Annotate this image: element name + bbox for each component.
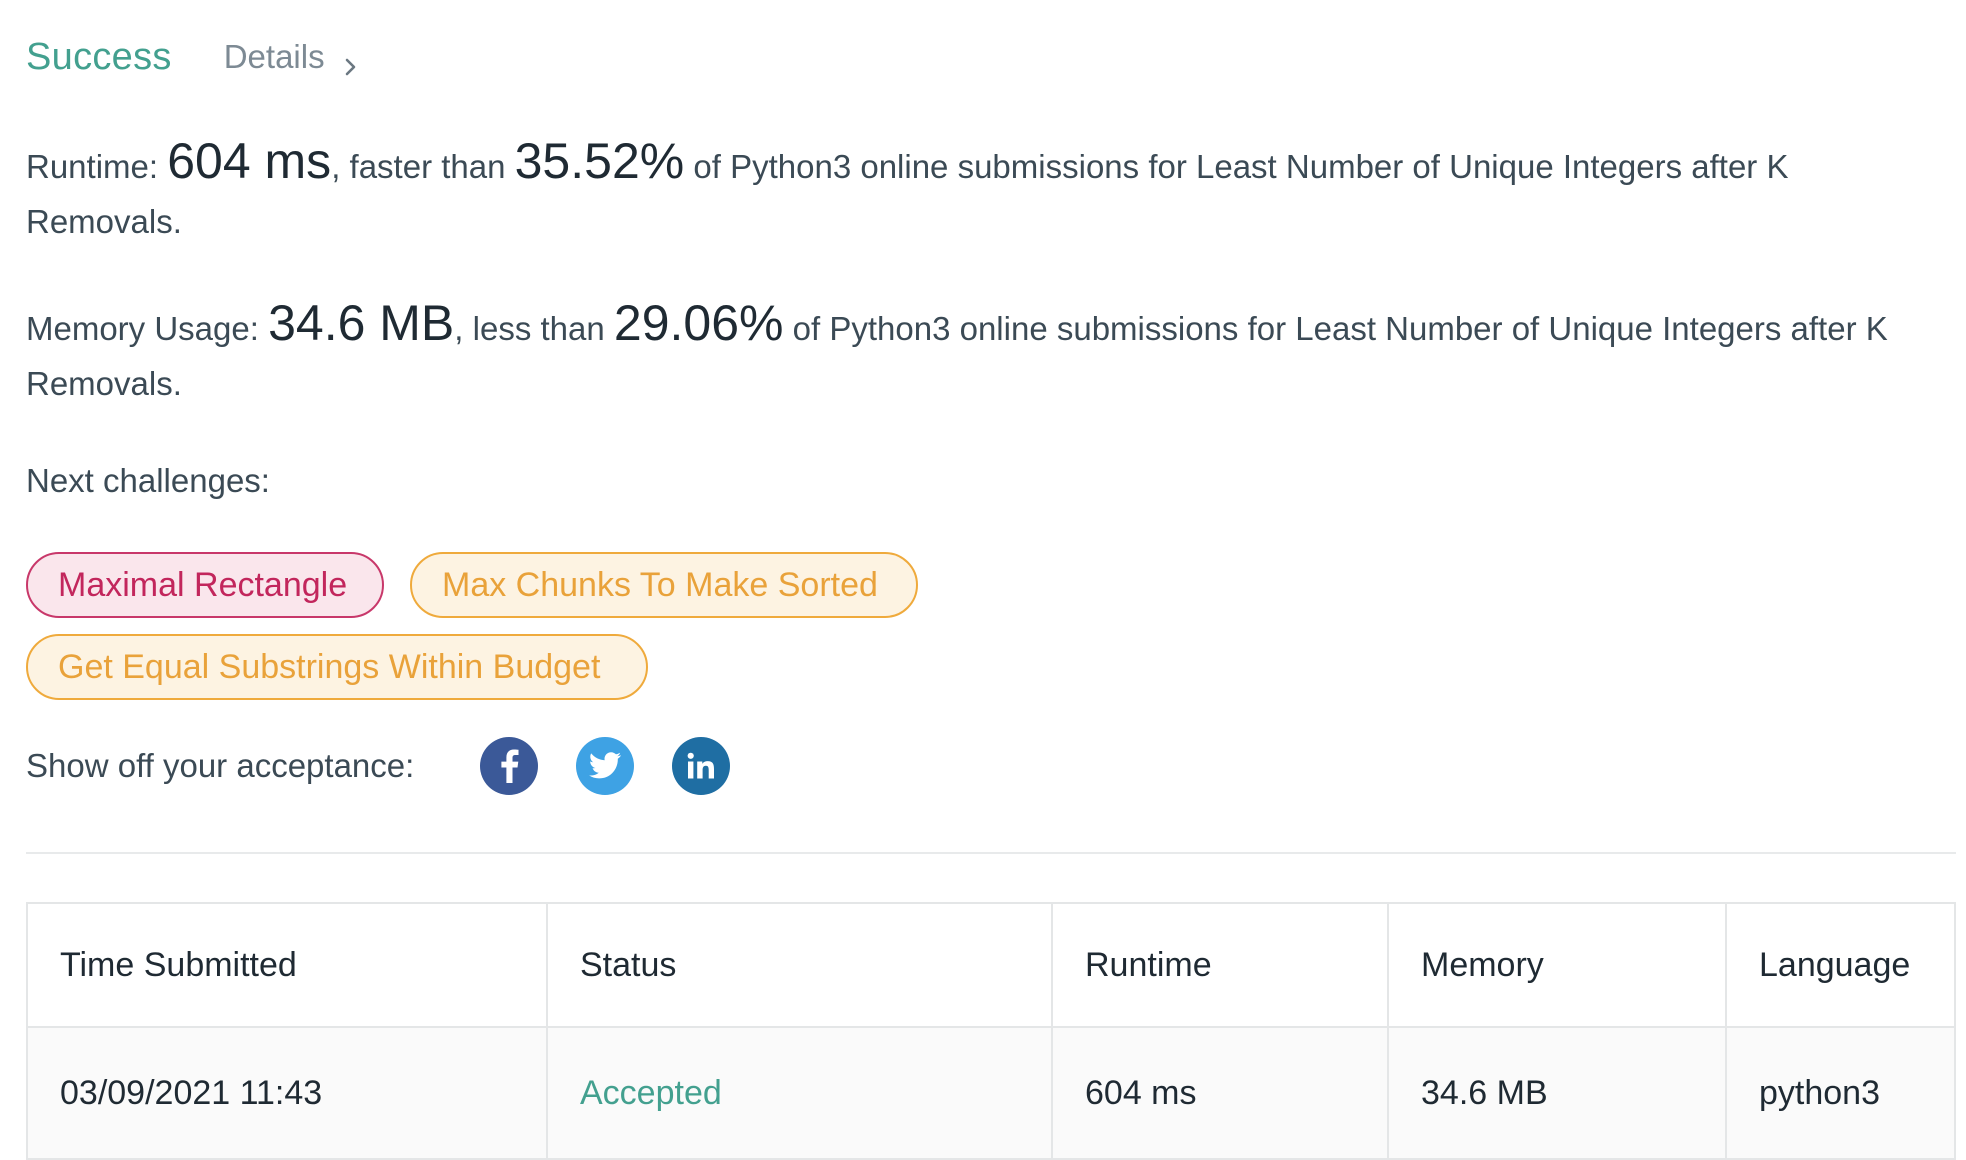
details-label: Details: [223, 38, 325, 75]
cell-language: python3: [1759, 1073, 1880, 1112]
challenge-chip-max-chunks[interactable]: Max Chunks To Make Sorted: [410, 552, 918, 618]
facebook-icon[interactable]: [480, 737, 539, 795]
table-header-row: Time Submitted Status Runtime Memory Lan…: [28, 904, 1954, 1028]
runtime-middle: , faster than: [331, 148, 515, 185]
cell-status-accepted-link[interactable]: Accepted: [548, 1028, 1053, 1158]
table-row: 03/09/2021 11:43 Accepted 604 ms 34.6 MB…: [28, 1028, 1954, 1158]
runtime-prefix: Runtime:: [26, 148, 168, 185]
runtime-value: 604 ms: [167, 133, 332, 189]
runtime-stat: Runtime: 604 ms, faster than 35.52% of P…: [26, 134, 1906, 249]
memory-middle: , less than: [454, 310, 614, 347]
cell-time-submitted: 03/09/2021 11:43: [28, 1028, 548, 1158]
result-header: Success Details: [26, 32, 359, 82]
status-success-label: Success: [26, 35, 172, 78]
cell-memory: 34.6 MB: [1389, 1028, 1727, 1158]
memory-prefix: Memory Usage:: [26, 310, 269, 347]
column-header-status: Status: [548, 904, 1053, 1026]
linkedin-icon[interactable]: [672, 737, 731, 795]
column-header-time-submitted: Time Submitted: [28, 904, 548, 1026]
challenge-chip-maximal-rectangle[interactable]: Maximal Rectangle: [26, 552, 384, 618]
memory-stat: Memory Usage: 34.6 MB, less than 29.06% …: [26, 296, 1906, 411]
memory-percent: 29.06%: [613, 295, 784, 351]
challenge-chip-equal-substrings[interactable]: Get Equal Substrings Within Budget: [26, 634, 648, 700]
submissions-table: Time Submitted Status Runtime Memory Lan…: [26, 902, 1956, 1160]
details-link[interactable]: Details: [224, 38, 359, 76]
cell-runtime: 604 ms: [1053, 1028, 1389, 1158]
column-header-memory: Memory: [1389, 904, 1727, 1026]
twitter-icon[interactable]: [576, 737, 635, 795]
next-challenges-label: Next challenges:: [26, 462, 270, 499]
memory-value: 34.6 MB: [268, 295, 455, 351]
section-divider: [26, 852, 1956, 854]
column-header-runtime: Runtime: [1053, 904, 1389, 1026]
share-row: Show off your acceptance:: [26, 735, 731, 797]
column-header-language: Language: [1759, 945, 1911, 984]
share-label: Show off your acceptance:: [26, 747, 415, 784]
chevron-right-icon: [343, 47, 359, 76]
runtime-percent: 35.52%: [514, 133, 685, 189]
